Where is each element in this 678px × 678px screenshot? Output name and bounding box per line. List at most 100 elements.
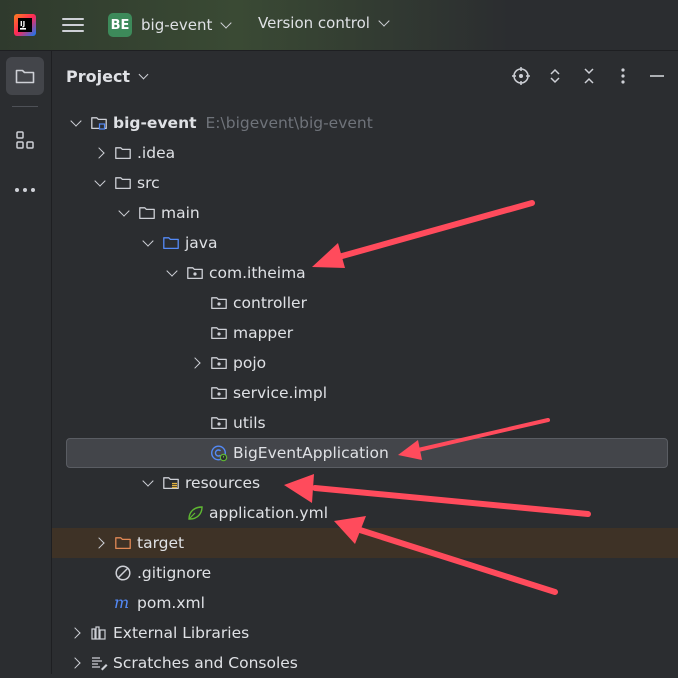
libraries-icon (90, 624, 108, 642)
tree-item-label: main (161, 204, 200, 222)
tree-row[interactable]: java (52, 228, 678, 258)
folder-icon (138, 204, 156, 222)
svg-text:IJ: IJ (20, 20, 25, 28)
tree-row[interactable]: .gitignore (52, 558, 678, 588)
tree-row[interactable]: pojo (52, 348, 678, 378)
tree-row[interactable]: .idea (52, 138, 678, 168)
tree-item-label: .idea (137, 144, 176, 162)
tree-item-label: big-event (113, 114, 197, 132)
tree-item-label: com.itheima (209, 264, 306, 282)
vcs-label: Version control (258, 14, 370, 32)
tree-row[interactable]: com.itheima (52, 258, 678, 288)
tree-row[interactable]: External Libraries (52, 618, 678, 648)
tree-row[interactable]: service.impl (52, 378, 678, 408)
tree-item-label: service.impl (233, 384, 327, 402)
tree-row[interactable]: application.yml (52, 498, 678, 528)
chevron-down-icon (378, 15, 390, 27)
module-path: E:\bigevent\big-event (205, 114, 373, 132)
tree-item-label: pom.xml (137, 594, 205, 612)
structure-icon (16, 131, 34, 149)
tree-row[interactable]: target (52, 528, 678, 558)
spring-boot-class-icon (210, 444, 228, 462)
more-icon (15, 188, 35, 192)
package-icon (210, 324, 228, 342)
chevron-down-icon[interactable] (140, 235, 156, 251)
tree-item-label: java (185, 234, 218, 252)
package-icon (210, 354, 228, 372)
package-icon (210, 414, 228, 432)
tree-item-label: .gitignore (137, 564, 212, 582)
package-icon (210, 294, 228, 312)
version-control-menu[interactable]: Version control (258, 14, 390, 32)
scratches-icon (90, 654, 108, 672)
maven-icon: m (114, 594, 132, 612)
svg-text:m: m (114, 594, 129, 612)
expand-all-icon[interactable] (544, 65, 566, 87)
tree-row[interactable]: resources (52, 468, 678, 498)
chevron-right-icon[interactable] (68, 625, 84, 641)
folder-icon (15, 69, 35, 84)
collapse-all-icon[interactable] (578, 65, 600, 87)
chevron-right-icon[interactable] (68, 655, 84, 671)
hide-panel-icon[interactable] (646, 65, 668, 87)
tree-row[interactable]: utils (52, 408, 678, 438)
project-tool-button[interactable] (6, 57, 44, 95)
chevron-right-icon[interactable] (188, 355, 204, 371)
tree-item-label: src (137, 174, 160, 192)
tree-item-label: controller (233, 294, 307, 312)
chevron-down-icon (220, 17, 233, 29)
tree-row[interactable]: big-event E:\bigevent\big-event (52, 108, 678, 138)
package-icon (186, 264, 204, 282)
excluded-folder-icon (114, 534, 132, 552)
project-name: big-event (141, 16, 213, 34)
project-switcher[interactable]: BE big-event (108, 12, 233, 38)
package-icon (210, 384, 228, 402)
spring-yml-icon (186, 504, 204, 522)
folder-icon (114, 144, 132, 162)
tree-item-label: Scratches and Consoles (113, 654, 298, 672)
chevron-right-icon[interactable] (92, 145, 108, 161)
tree-row[interactable]: BigEventApplication (52, 438, 678, 468)
chevron-down-icon (138, 69, 149, 80)
chevron-down-icon[interactable] (116, 205, 132, 221)
tree-row[interactable]: mapper (52, 318, 678, 348)
tree-row[interactable]: m pom.xml (52, 588, 678, 618)
tree-row[interactable]: controller (52, 288, 678, 318)
tree-item-label: mapper (233, 324, 294, 342)
main-toolbar: IJ BE big-event Version control (0, 0, 678, 51)
tree-row[interactable]: main (52, 198, 678, 228)
chevron-down-icon[interactable] (68, 115, 84, 131)
more-tools-button[interactable] (6, 171, 44, 209)
source-folder-icon (162, 234, 180, 252)
main-menu-icon[interactable] (62, 14, 84, 36)
resources-folder-icon (162, 474, 180, 492)
chevron-down-icon[interactable] (92, 175, 108, 191)
locate-icon[interactable] (510, 65, 532, 87)
tree-item-label: BigEventApplication (233, 444, 389, 462)
chevron-right-icon[interactable] (92, 535, 108, 551)
chevron-down-icon[interactable] (164, 265, 180, 281)
toolbar-divider (12, 106, 38, 107)
panel-title: Project (66, 67, 131, 86)
ignore-file-icon (114, 564, 132, 582)
structure-tool-button[interactable] (6, 121, 44, 159)
chevron-down-icon[interactable] (140, 475, 156, 491)
project-view-selector[interactable]: Project (66, 67, 149, 86)
tree-item-label: pojo (233, 354, 267, 372)
intellij-logo-icon[interactable]: IJ (13, 13, 37, 37)
tree-item-label: External Libraries (113, 624, 250, 642)
tree-item-label: utils (233, 414, 266, 432)
panel-toolbar (510, 65, 668, 87)
project-panel: Project big-event E:\bigevent\big-event .i… (52, 51, 678, 674)
tree-item-label: target (137, 534, 185, 552)
tree-row[interactable]: src (52, 168, 678, 198)
options-icon[interactable] (612, 65, 634, 87)
folder-icon (114, 174, 132, 192)
